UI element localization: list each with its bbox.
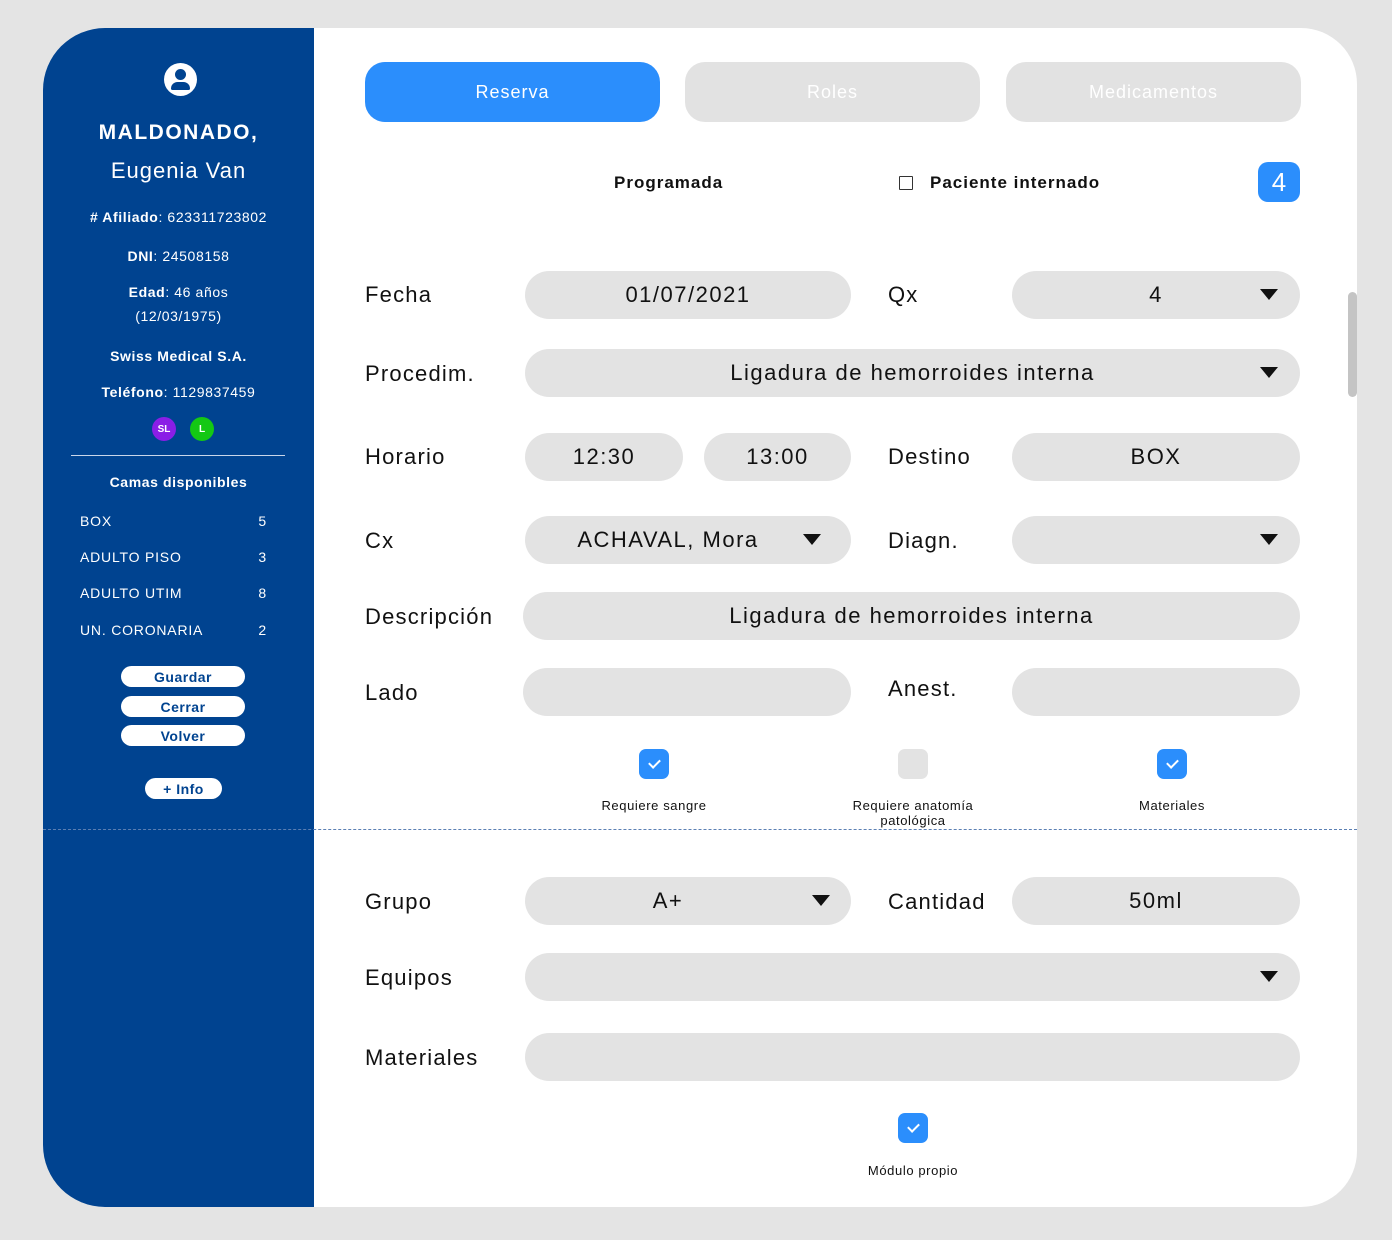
tab-roles[interactable]: Roles (685, 62, 980, 122)
modulo-propio-label: Módulo propio (867, 1163, 959, 1178)
destino-input[interactable]: BOX (1012, 433, 1300, 481)
qx-select[interactable]: 4 (1012, 271, 1300, 319)
requiere-sangre-checkbox[interactable] (639, 749, 669, 779)
close-button[interactable]: Cerrar (121, 696, 245, 717)
dni-label: DNI (127, 248, 154, 264)
materiales-checkbox[interactable] (1157, 749, 1187, 779)
telefono-info: Teléfono: 1129837459 (43, 384, 314, 400)
bed-row: BOX 5 (80, 513, 267, 529)
grupo-select[interactable]: A+ (525, 877, 851, 925)
badge-l: L (190, 417, 214, 441)
fecha-label: Fecha (365, 282, 433, 307)
bed-count: 5 (258, 513, 267, 529)
patient-badges: SL L (152, 417, 214, 441)
chevron-down-icon (1260, 534, 1278, 545)
save-button[interactable]: Guardar (121, 666, 245, 687)
afiliado-info: # Afiliado: 623311723802 (43, 209, 314, 225)
tab-reserva[interactable]: Reserva (365, 62, 660, 122)
check-icon (647, 756, 661, 769)
anest-input[interactable] (1012, 668, 1300, 716)
lado-input[interactable] (523, 668, 851, 716)
afiliado-value: : 623311723802 (158, 209, 268, 225)
descripcion-label: Descripción (365, 604, 494, 629)
afiliado-label: # Afiliado (89, 209, 159, 225)
bed-name: ADULTO PISO (80, 549, 182, 565)
destino-label: Destino (888, 444, 971, 469)
insurer: Swiss Medical S.A. (110, 348, 247, 364)
paciente-internado-checkbox[interactable] (899, 176, 913, 190)
programada-label[interactable]: Programada (614, 173, 723, 193)
user-avatar-icon (164, 63, 197, 96)
chevron-down-icon (1260, 971, 1278, 982)
cantidad-input[interactable]: 50ml (1012, 877, 1300, 925)
diagn-label: Diagn. (888, 528, 959, 553)
check-icon (1165, 756, 1179, 769)
bed-row: ADULTO PISO 3 (80, 549, 267, 565)
dni-value: : 24508158 (153, 248, 230, 264)
materiales-input[interactable] (525, 1033, 1300, 1081)
dni-info: DNI: 24508158 (43, 248, 314, 264)
qx-label: Qx (888, 282, 919, 307)
modulo-propio-checkbox[interactable] (898, 1113, 928, 1143)
materiales-check-label: Materiales (1139, 798, 1205, 813)
cx-value: ACHAVAL, Mora (577, 527, 759, 552)
procedim-value: Ligadura de hemorroides interna (730, 360, 1095, 385)
telefono-label: Teléfono (101, 384, 164, 400)
requiere-anatomia-checkbox[interactable] (898, 749, 928, 779)
edad-value: : 46 años (165, 284, 229, 300)
lado-label: Lado (365, 680, 419, 705)
cx-select[interactable]: ACHAVAL, Mora (525, 516, 851, 564)
edad-info: Edad: 46 años (43, 284, 314, 300)
chevron-down-icon (1260, 289, 1278, 300)
paciente-internado-label: Paciente internado (930, 173, 1101, 192)
requiere-anatomia-label: Requiere anatomía patológica (852, 798, 974, 828)
check-icon (906, 1120, 920, 1133)
telefono-value: : 1129837459 (163, 384, 256, 400)
cantidad-label: Cantidad (888, 889, 986, 914)
beds-title: Camas disponibles (109, 474, 248, 490)
horario-end-input[interactable]: 13:00 (704, 433, 851, 481)
horario-label: Horario (365, 444, 446, 469)
equipos-select[interactable] (525, 953, 1300, 1001)
bed-count: 2 (258, 622, 267, 638)
anest-label: Anest. (888, 676, 958, 701)
chevron-down-icon (803, 534, 821, 545)
bed-count: 3 (258, 549, 267, 565)
section-divider (43, 829, 1357, 830)
grupo-label: Grupo (365, 889, 433, 914)
equipos-label: Equipos (365, 965, 453, 990)
qx-value: 4 (1149, 282, 1163, 307)
bed-row: UN. CORONARIA 2 (80, 622, 267, 638)
chevron-down-icon (812, 895, 830, 906)
chevron-down-icon (1260, 367, 1278, 378)
requiere-sangre-label: Requiere sangre (601, 798, 707, 813)
cx-label: Cx (365, 528, 395, 553)
procedim-label: Procedim. (365, 361, 475, 386)
bed-name: ADULTO UTIM (80, 585, 183, 601)
badge-sl: SL (152, 417, 176, 441)
bed-row: ADULTO UTIM 8 (80, 585, 267, 601)
diagn-select[interactable] (1012, 516, 1300, 564)
sidebar-divider (71, 455, 285, 456)
procedim-select[interactable]: Ligadura de hemorroides interna (525, 349, 1300, 397)
fecha-input[interactable]: 01/07/2021 (525, 271, 851, 319)
tab-medicamentos[interactable]: Medicamentos (1006, 62, 1301, 122)
more-info-button[interactable]: + Info (145, 778, 222, 799)
materiales-label: Materiales (365, 1045, 479, 1070)
horario-start-input[interactable]: 12:30 (525, 433, 683, 481)
count-badge: 4 (1258, 162, 1300, 202)
bed-name: UN. CORONARIA (80, 622, 204, 638)
bed-count: 8 (258, 585, 267, 601)
patient-sidebar: MALDONADO, Eugenia Van # Afiliado: 62331… (43, 28, 314, 1207)
birthdate: (12/03/1975) (135, 308, 222, 324)
reservation-card: MALDONADO, Eugenia Van # Afiliado: 62331… (43, 28, 1357, 1207)
descripcion-input[interactable]: Ligadura de hemorroides interna (523, 592, 1300, 640)
patient-given-name: Eugenia Van (110, 158, 247, 183)
grupo-value: A+ (652, 888, 684, 913)
bed-name: BOX (80, 513, 112, 529)
patient-surname: MALDONADO, (98, 121, 259, 144)
edad-label: Edad (128, 284, 166, 300)
scrollbar[interactable] (1348, 292, 1357, 397)
back-button[interactable]: Volver (121, 725, 245, 746)
